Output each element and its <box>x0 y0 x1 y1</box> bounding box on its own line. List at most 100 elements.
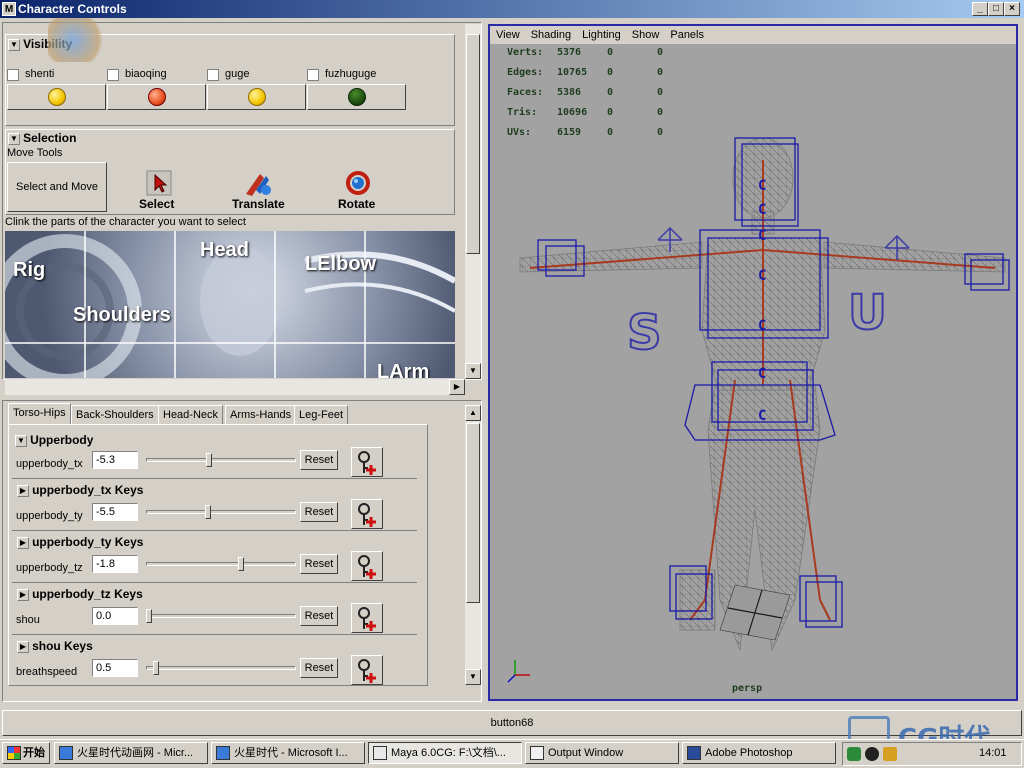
scroll-up-arrow-icon[interactable]: ▲ <box>465 405 481 421</box>
task-ie-2[interactable]: 火星时代 - Microsoft I... <box>211 742 365 764</box>
speaker-icon[interactable] <box>883 747 897 761</box>
guge-checkbox[interactable] <box>207 69 219 81</box>
larm-region-label[interactable]: LArm <box>377 361 429 378</box>
lower-scrollbar[interactable] <box>465 405 481 685</box>
rig-region-label[interactable]: Rig <box>13 259 45 282</box>
set-key-button[interactable] <box>351 447 383 477</box>
expand-triangle-icon[interactable]: ▶ <box>17 641 29 654</box>
character-selection-map[interactable]: Rig Head LElbow Shoulders LArm <box>5 231 455 378</box>
reset-button[interactable]: Reset <box>300 502 338 522</box>
scroll-thumb[interactable] <box>466 34 480 254</box>
faces-label: Faces: <box>507 87 544 98</box>
slider-thumb[interactable] <box>206 453 212 467</box>
attribute-slider[interactable] <box>146 458 296 462</box>
set-key-button[interactable] <box>351 551 383 581</box>
shading-menu[interactable]: Shading <box>531 29 571 41</box>
attribute-slider[interactable] <box>146 614 296 618</box>
task-photoshop[interactable]: Adobe Photoshop <box>682 742 836 764</box>
svg-text:C: C <box>758 408 766 424</box>
slider-thumb[interactable] <box>205 505 211 519</box>
arrow-cursor-icon <box>146 170 172 196</box>
slider-thumb[interactable] <box>146 609 152 623</box>
tab-head-neck[interactable]: Head-Neck <box>158 405 224 425</box>
scroll-thumb[interactable] <box>466 423 480 603</box>
fuzhuguge-icon-button[interactable] <box>307 84 406 110</box>
head-region-label[interactable]: Head <box>200 239 249 262</box>
row-divider <box>12 478 417 479</box>
maximize-button[interactable]: □ <box>988 2 1004 16</box>
selection-header[interactable]: ▼ Selection <box>8 131 76 146</box>
network-icon[interactable] <box>847 747 861 761</box>
keys-frame-header[interactable]: ▶ upperbody_ty Keys <box>17 535 417 551</box>
expand-triangle-icon[interactable]: ▶ <box>17 537 29 550</box>
attribute-value-field[interactable]: 0.5 <box>92 659 138 677</box>
attribute-slider[interactable] <box>146 510 296 514</box>
keys-frame-header[interactable]: ▶ upperbody_tx Keys <box>17 483 417 499</box>
scroll-right-arrow-icon[interactable]: ▶ <box>449 379 465 395</box>
keys-frame-header[interactable]: ▶ upperbody_tz Keys <box>17 587 417 603</box>
task-output-window[interactable]: Output Window <box>525 742 679 764</box>
close-button[interactable]: × <box>1004 2 1020 16</box>
faces-sel: 0 <box>607 87 614 98</box>
character-wireframe: CCCCCCC <box>507 137 1010 683</box>
start-button[interactable]: 开始 <box>2 742 50 764</box>
grin-face-icon <box>247 88 266 106</box>
u-letter-control[interactable]: U <box>847 284 888 342</box>
qq-penguin-icon[interactable] <box>865 747 879 761</box>
rotate-tool-button[interactable]: Rotate <box>335 170 385 214</box>
svg-text:C: C <box>758 366 766 382</box>
set-key-button[interactable] <box>351 655 383 685</box>
tab-torso-hips[interactable]: Torso-Hips <box>8 403 71 425</box>
keys-label: upperbody_tz Keys <box>32 587 143 601</box>
set-key-button[interactable] <box>351 499 383 529</box>
reset-button[interactable]: Reset <box>300 606 338 626</box>
slider-thumb[interactable] <box>238 557 244 571</box>
collapse-triangle-icon[interactable]: ▼ <box>8 39 20 52</box>
horizontal-scrollbar[interactable] <box>5 379 455 395</box>
upperbody-header[interactable]: ▼ Upperbody <box>15 433 93 448</box>
minimize-button[interactable]: _ <box>972 2 988 16</box>
s-letter-control[interactable]: S <box>626 304 663 362</box>
task-maya[interactable]: Maya 6.0CG: F:\文档\... <box>368 742 522 764</box>
attribute-slider[interactable] <box>146 666 296 670</box>
collapse-triangle-icon[interactable]: ▼ <box>15 435 27 448</box>
attribute-value-field[interactable]: -1.8 <box>92 555 138 573</box>
attribute-value-field[interactable]: -5.3 <box>92 451 138 469</box>
tab-leg-feet[interactable]: Leg-Feet <box>294 405 349 425</box>
tris-value: 10696 <box>557 107 588 118</box>
view-menu[interactable]: View <box>496 29 520 41</box>
lelbow-region-label[interactable]: LElbow <box>305 253 376 276</box>
expand-triangle-icon[interactable]: ▶ <box>17 485 29 498</box>
lighting-menu[interactable]: Lighting <box>582 29 621 41</box>
expand-triangle-icon[interactable]: ▶ <box>17 589 29 602</box>
tab-back-shoulders[interactable]: Back-Shoulders <box>71 405 159 425</box>
shenti-icon-button[interactable] <box>7 84 106 110</box>
keys-frame-header[interactable]: ▶ shou Keys <box>17 639 417 655</box>
scroll-down-arrow-icon[interactable]: ▼ <box>465 669 481 685</box>
biaoqing-icon-button[interactable] <box>107 84 206 110</box>
set-key-button[interactable] <box>351 603 383 633</box>
rotate-tool-label: Rotate <box>338 197 376 211</box>
translate-tool-button[interactable]: Translate <box>230 170 290 214</box>
attribute-value-field[interactable]: 0.0 <box>92 607 138 625</box>
guge-icon-button[interactable] <box>207 84 306 110</box>
shoulders-region-label[interactable]: Shoulders <box>73 304 171 327</box>
task-ie-1[interactable]: 火星时代动画网 - Micr... <box>54 742 208 764</box>
upper-scrollbar[interactable] <box>465 24 481 379</box>
tab-arms-hands[interactable]: Arms-Hands <box>225 405 297 425</box>
attribute-value-field[interactable]: -5.5 <box>92 503 138 521</box>
collapse-triangle-icon[interactable]: ▼ <box>8 133 20 146</box>
reset-button[interactable]: Reset <box>300 658 338 678</box>
show-menu[interactable]: Show <box>632 29 660 41</box>
select-and-move-button[interactable]: Select and Move <box>7 162 107 212</box>
attribute-slider[interactable] <box>146 562 296 566</box>
select-tool-button[interactable]: Select <box>132 170 182 214</box>
scroll-down-arrow-icon[interactable]: ▼ <box>465 363 481 379</box>
reset-button[interactable]: Reset <box>300 450 338 470</box>
slider-thumb[interactable] <box>153 661 159 675</box>
reset-button[interactable]: Reset <box>300 554 338 574</box>
panels-menu[interactable]: Panels <box>670 29 704 41</box>
fuzhuguge-checkbox[interactable] <box>307 69 319 81</box>
biaoqing-checkbox[interactable] <box>107 69 119 81</box>
shenti-checkbox[interactable] <box>7 69 19 81</box>
